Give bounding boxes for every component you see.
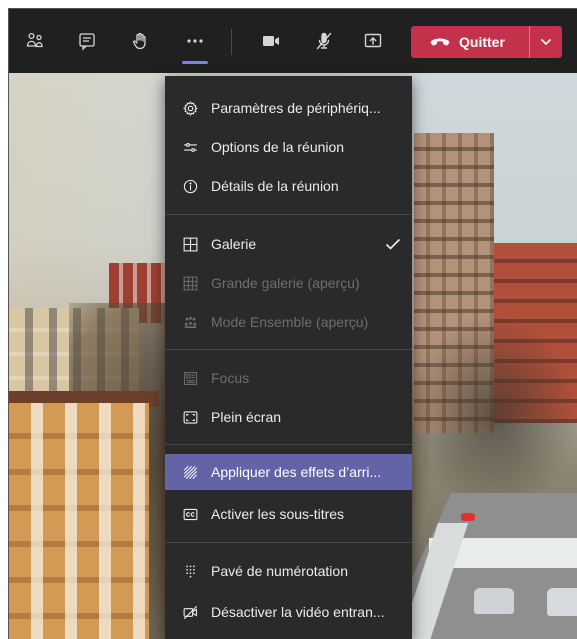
menu-item-label: Paramètres de périphériq... — [211, 100, 381, 116]
hang-up-icon — [430, 38, 450, 46]
car — [474, 588, 514, 614]
menu-item-disable-incoming-video[interactable]: Désactiver la vidéo entran... — [165, 594, 412, 630]
raise-hand-icon[interactable] — [126, 27, 154, 55]
leave-options-button[interactable] — [530, 38, 562, 46]
captions-icon — [180, 504, 200, 524]
chevron-down-icon — [540, 38, 552, 46]
menu-item-together-mode[interactable]: Mode Ensemble (aperçu) — [165, 304, 412, 340]
more-actions-icon[interactable] — [181, 27, 209, 55]
menu-divider — [165, 214, 412, 215]
menu-divider — [165, 542, 412, 543]
menu-item-fullscreen[interactable]: Plein écran — [165, 399, 412, 435]
traffic-light — [461, 513, 475, 521]
quit-button[interactable]: Quitter — [411, 26, 529, 58]
orange-building — [9, 403, 149, 639]
menu-item-gallery[interactable]: Galerie — [165, 226, 412, 262]
menu-item-meeting-details[interactable]: Détails de la réunion — [165, 168, 412, 204]
background-effects-icon — [180, 462, 200, 482]
menu-divider — [165, 349, 412, 350]
focus-icon — [180, 368, 200, 388]
menu-item-label: Désactiver la vidéo entran... — [211, 604, 385, 620]
menu-item-meeting-options[interactable]: Options de la réunion — [165, 129, 412, 165]
mic-off-icon[interactable] — [310, 27, 338, 55]
meeting-toolbar: Quitter — [9, 9, 577, 73]
fullscreen-icon — [180, 407, 200, 427]
menu-item-focus[interactable]: Focus — [165, 360, 412, 396]
car — [547, 588, 577, 616]
toolbar-divider — [231, 29, 232, 55]
sliders-icon — [180, 137, 200, 157]
checkmark-icon — [385, 238, 401, 250]
trees-right — [409, 313, 577, 513]
camera-icon[interactable] — [257, 27, 285, 55]
video-off-icon — [180, 602, 200, 622]
more-actions-menu: Paramètres de périphériq... Options de l… — [165, 76, 412, 639]
menu-item-label: Mode Ensemble (aperçu) — [211, 314, 369, 330]
menu-item-device-settings[interactable]: Paramètres de périphériq... — [165, 90, 412, 126]
menu-item-dialpad[interactable]: Pavé de numérotation — [165, 553, 412, 589]
gallery-icon — [180, 234, 200, 254]
leave-button-group: Quitter — [411, 26, 562, 58]
menu-item-label: Appliquer des effets d’arri... — [211, 464, 382, 480]
menu-item-large-gallery[interactable]: Grande galerie (aperçu) — [165, 265, 412, 301]
menu-item-label: Pavé de numérotation — [211, 563, 348, 579]
menu-item-label: Grande galerie (aperçu) — [211, 275, 360, 291]
menu-item-label: Options de la réunion — [211, 139, 345, 155]
dialpad-icon — [180, 561, 200, 581]
menu-item-label: Galerie — [211, 236, 257, 252]
menu-item-label: Activer les sous-titres — [211, 506, 345, 522]
menu-item-label: Plein écran — [211, 409, 282, 425]
info-icon — [180, 176, 200, 196]
together-mode-icon — [180, 312, 200, 332]
people-icon[interactable] — [21, 27, 49, 55]
active-indicator — [182, 61, 208, 64]
meeting-window: Quitter Paramètres de périphériq... Opti… — [8, 8, 577, 639]
menu-divider — [165, 444, 412, 445]
large-gallery-icon — [180, 273, 200, 293]
chat-icon[interactable] — [73, 27, 101, 55]
quit-label: Quitter — [459, 34, 505, 50]
share-screen-icon[interactable] — [359, 27, 387, 55]
menu-item-label: Détails de la réunion — [211, 178, 339, 194]
menu-item-captions[interactable]: Activer les sous-titres — [165, 496, 412, 532]
menu-item-label: Focus — [211, 370, 250, 386]
gear-icon — [180, 98, 200, 118]
menu-item-background-effects[interactable]: Appliquer des effets d’arri... — [165, 454, 412, 490]
